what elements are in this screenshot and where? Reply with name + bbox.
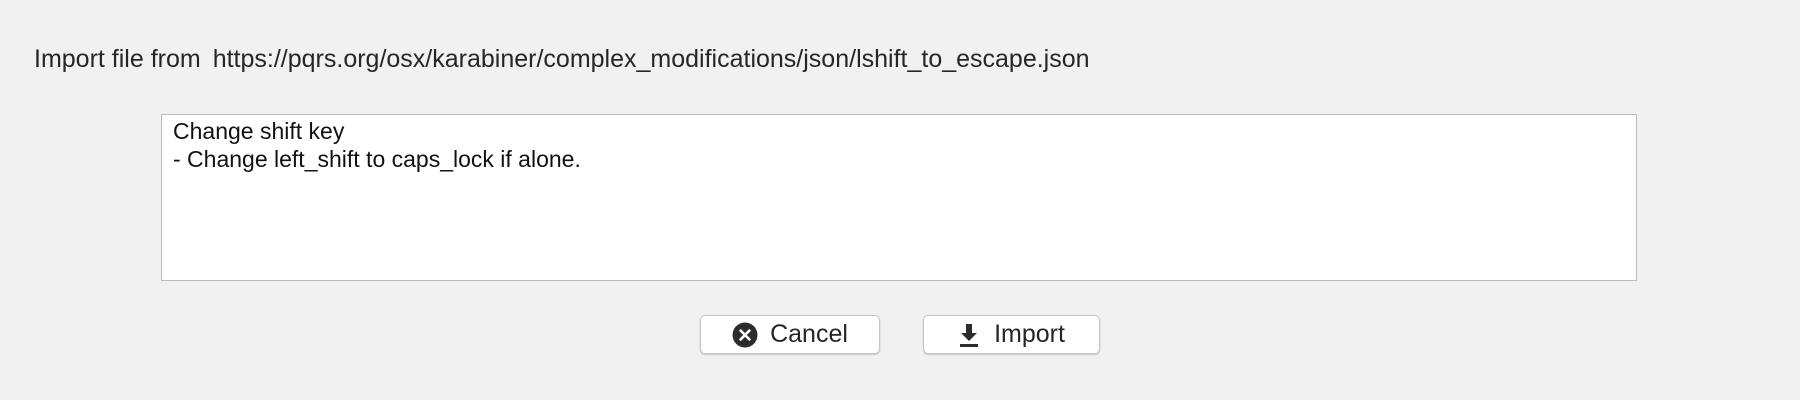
cancel-button-label: Cancel: [770, 320, 848, 348]
import-button[interactable]: Import: [923, 315, 1100, 354]
cancel-button[interactable]: Cancel: [700, 315, 880, 354]
close-circle-icon: [732, 322, 758, 348]
import-source-line: Import file from https://pqrs.org/osx/kar…: [34, 42, 1090, 76]
import-file-url: https://pqrs.org/osx/karabiner/complex_m…: [212, 45, 1090, 73]
import-button-label: Import: [994, 320, 1065, 348]
rule-detail-line: - Change left_shift to caps_lock if alon…: [173, 146, 581, 172]
rule-description-textbox[interactable]: Change shift key - Change left_shift to …: [161, 114, 1637, 281]
rule-title-line: Change shift key: [173, 118, 345, 144]
download-icon: [958, 322, 980, 348]
import-file-label: Import file from: [34, 45, 201, 73]
